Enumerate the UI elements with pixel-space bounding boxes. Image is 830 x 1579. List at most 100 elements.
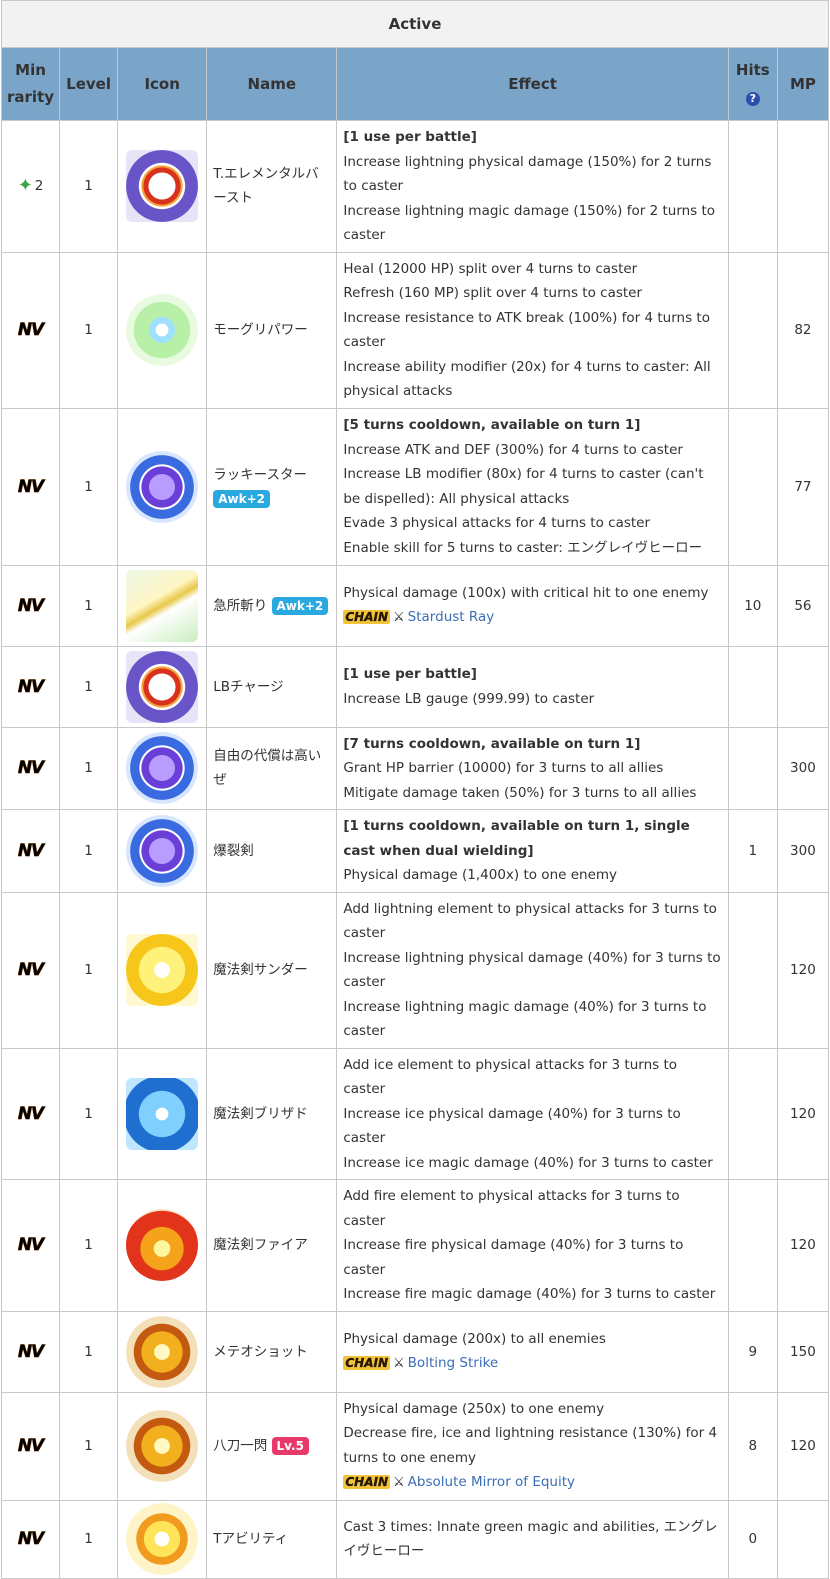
ability-name[interactable]: LBチャージ [213,679,283,695]
header-mp[interactable]: MP [776,47,830,121]
ability-name[interactable]: モーグリパワー [213,322,308,338]
rarity-cell: NV [0,251,61,409]
effect-line: Physical damage (100x) with critical hit… [343,581,721,606]
icon-cell [117,809,208,893]
nv-rarity-icon: NV [17,1103,45,1124]
name-cell: LBチャージ [206,645,338,728]
effect-condition: [5 turns cooldown, available on turn 1] [343,413,721,438]
ring-orange-icon [126,150,199,223]
purple-orb-icon [126,450,199,523]
effect-cell: Heal (12000 HP) split over 4 turns to ca… [336,251,729,409]
rarity-badge: NV [3,320,58,341]
nv-rarity-icon: NV [17,1341,45,1362]
mp-cell: 77 [776,407,830,566]
level-cell: 1 [59,251,119,409]
effect-text: Evade 3 physical attacks for 4 turns to … [343,515,651,531]
mp-cell [776,1499,830,1579]
rarity-badge: NV [3,476,58,497]
effect-text: Increase ice physical damage (40%) for 3… [343,1105,681,1147]
hits-cell [727,407,778,566]
effect-line: Increase ability modifier (20x) for 4 tu… [343,355,721,404]
effect-text: Increase lightning magic damage (150%) f… [343,202,716,244]
ability-name[interactable]: 八刀一閃 [213,1438,267,1454]
level-cell: 1 [59,645,119,728]
ability-name[interactable]: 爆裂剣 [213,843,254,859]
effect-line: Increase fire physical damage (40%) for … [343,1233,721,1282]
rarity-badge: ✦ 2 [3,177,58,195]
header-name[interactable]: Name [206,47,338,121]
chain-icon: CHAIN [343,1356,391,1370]
effect-text: [1 turns cooldown, available on turn 1, … [343,818,690,859]
level-cell: 1 [59,1391,119,1501]
rarity-badge: NV [3,1341,58,1362]
chain-link[interactable]: Bolting Strike [408,1355,499,1371]
effect-text: Increase resistance to ATK break (100%) … [343,309,710,351]
ice-icon [126,1077,199,1150]
mp-cell [776,120,830,253]
name-cell: 八刀一閃 Lv.5 [206,1391,338,1501]
rarity-badge: NV [3,960,58,981]
ability-name[interactable]: Tアビリティ [213,1531,288,1547]
effect-line: Cast 3 times: Innate green magic and abi… [343,1515,721,1564]
rarity-badge: NV [3,676,58,697]
effect-text: Increase fire magic damage (40%) for 3 t… [343,1286,716,1302]
hits-cell: 9 [727,1310,778,1393]
level-cell: 1 [59,120,119,253]
effect-text: Physical damage (100x) with critical hit… [343,584,709,601]
effect-text: [5 turns cooldown, available on turn 1] [343,417,641,433]
effect-condition: [1 turns cooldown, available on turn 1, … [343,814,721,863]
ability-name[interactable]: T.エレメンタルバースト [213,166,318,206]
green-orb-icon [126,294,199,366]
effect-condition: [7 turns cooldown, available on turn 1] [343,732,721,757]
mp-cell: 300 [776,726,830,810]
hits-cell [727,645,778,728]
burst-icon [126,1410,199,1482]
rarity-badge: NV [3,1436,58,1457]
icon-cell [117,564,208,647]
effect-text: Increase LB modifier (80x) for 4 turns t… [343,466,704,507]
rarity-badge: NV [3,758,58,779]
ability-name[interactable]: 魔法剣ブリザド [213,1106,308,1122]
table-row: NV 1 メテオショット Physical damage (200x) to all … [0,1310,830,1393]
icon-cell [117,1047,208,1180]
chain-link[interactable]: Absolute Mirror of Equity [408,1474,575,1490]
rarity-badge: NV [3,595,58,616]
chain-icon: CHAIN [343,610,391,624]
effect-text: Grant HP barrier (10000) for 3 turns to … [343,760,664,776]
ability-name[interactable]: 自由の代償は高いぜ [213,748,321,788]
ability-name[interactable]: 魔法剣ファイア [213,1237,308,1253]
header-min-rarity[interactable]: Min rarity [0,47,61,121]
rarity-cell: NV [0,1310,61,1393]
active-abilities-table: Active Min rarity Level Icon Name Effect… [0,0,830,1579]
level-cell: 1 [59,891,119,1049]
effect-line: Physical damage (1,400x) to one enemy [343,863,721,888]
chain-link[interactable]: Stardust Ray [408,609,495,625]
header-level[interactable]: Level [59,47,119,121]
effect-cell: [1 use per battle] Increase lightning phy… [336,120,729,253]
effect-text: Mitigate damage taken (50%) for 3 turns … [343,784,697,801]
ability-name[interactable]: メテオショット [213,1344,308,1360]
ability-name[interactable]: 魔法剣サンダー [213,962,308,978]
rarity-cell: NV [0,809,61,893]
effect-line: Add ice element to physical attacks for … [343,1053,721,1102]
effect-cell: Physical damage (200x) to all enemies CHA… [336,1310,729,1393]
effect-condition: [1 use per battle] [343,125,721,150]
hits-cell [727,1179,778,1312]
help-icon[interactable]: ? [745,92,760,106]
icon-cell [117,1499,208,1579]
level-cell: 1 [59,407,119,566]
level-cell: 1 [59,1179,119,1312]
hits-cell: 10 [727,564,778,647]
table-row: NV 1 魔法剣サンダー Add lightning element to physi… [0,891,830,1049]
name-cell: 急所斬り Awk+2 [206,564,338,647]
effect-text: Increase lightning physical damage (150%… [343,153,712,195]
icon-cell [117,726,208,810]
purple-orb-icon [126,814,199,887]
level-cell: 1 [59,1499,119,1579]
table-row: NV 1 ラッキースター Awk+2 [5 turns cooldown, avail… [0,407,830,566]
ability-name[interactable]: 急所斬り [213,598,267,614]
icon-cell [117,251,208,409]
ability-name[interactable]: ラッキースター [213,467,307,483]
effect-text: Increase lightning physical damage (40%)… [343,949,721,991]
awakening-badge: Awk+2 [213,489,270,508]
